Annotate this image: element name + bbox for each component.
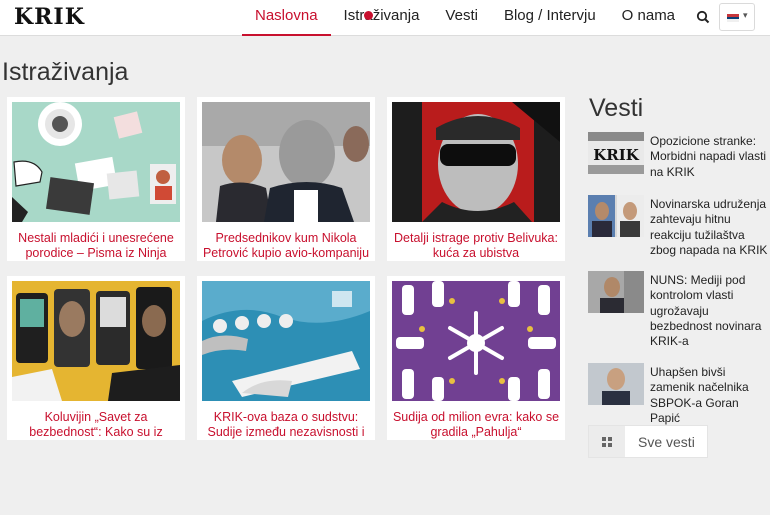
article-card[interactable]: Koluvijin „Savet za bezbednost“: Kako su… (7, 276, 185, 440)
nav-item-istrazivanja[interactable]: Istraživanja (331, 0, 433, 36)
article-card[interactable]: Sudija od milion evra: kako se gradila „… (387, 276, 565, 440)
article-title[interactable]: KRIK-ova baza o sudstvu: Sudije između n… (201, 410, 371, 440)
site-header: KRIK Naslovna Istraživanja Vesti Blog / … (0, 0, 770, 36)
article-image (392, 281, 560, 401)
nav-item-blog-intervju[interactable]: Blog / Intervju (491, 0, 609, 36)
news-thumbnail-logo: KRIK (593, 146, 640, 164)
news-thumbnail (588, 271, 644, 313)
article-card[interactable]: Predsednikov kum Nikola Petrović kupio a… (197, 97, 375, 261)
grid-icon (589, 426, 625, 457)
all-news-button[interactable]: Sve vesti (588, 425, 708, 458)
news-title[interactable]: Novinarska udruženja zahtevaju hitnu rea… (650, 197, 768, 258)
nav-item-vesti[interactable]: Vesti (432, 0, 491, 36)
all-news-label: Sve vesti (638, 434, 695, 450)
search-button[interactable] (694, 6, 714, 28)
section-title: Istraživanja (2, 58, 129, 86)
article-card[interactable]: Detalji istrage protiv Belivuka: kuća za… (387, 97, 565, 261)
article-title[interactable]: Predsednikov kum Nikola Petrović kupio a… (201, 231, 371, 261)
chevron-down-icon: ▾ (743, 10, 748, 20)
news-thumbnail: KRIK (588, 132, 644, 174)
news-title[interactable]: Uhapšen bivši zamenik načelnika SBPOK-a … (650, 365, 768, 426)
article-card[interactable]: KRIK-ova baza o sudstvu: Sudije između n… (197, 276, 375, 440)
article-title[interactable]: Detalji istrage protiv Belivuka: kuća za… (391, 231, 561, 261)
nav-indicator-dot (364, 11, 373, 20)
article-image (392, 102, 560, 222)
article-image (202, 281, 370, 401)
news-title[interactable]: Opozicione stranke: Morbidni napadi vlas… (650, 134, 768, 180)
sidebar-title: Vesti (589, 94, 644, 122)
search-icon (696, 10, 710, 24)
nav-item-o-nama[interactable]: O nama (609, 0, 688, 36)
news-title[interactable]: NUNS: Mediji pod kontrolom vlasti ugroža… (650, 273, 768, 349)
site-logo[interactable]: KRIK (14, 4, 85, 30)
nav-item-naslovna[interactable]: Naslovna (242, 0, 331, 36)
main-nav: Naslovna Istraživanja Vesti Blog / Inter… (242, 0, 688, 36)
article-image (12, 281, 180, 401)
article-title[interactable]: Nestali mladići i unesrećene porodice – … (11, 231, 181, 261)
article-title[interactable]: Koluvijin „Savet za bezbednost“: Kako su… (11, 410, 181, 440)
news-thumbnail (588, 363, 644, 405)
article-image (202, 102, 370, 222)
article-title[interactable]: Sudija od milion evra: kako se gradila „… (391, 410, 561, 440)
article-card[interactable]: Nestali mladići i unesrećene porodice – … (7, 97, 185, 261)
news-thumbnail (588, 195, 644, 237)
serbia-flag-icon (727, 14, 739, 22)
language-selector[interactable]: ▾ (719, 3, 755, 31)
article-image (12, 102, 180, 222)
